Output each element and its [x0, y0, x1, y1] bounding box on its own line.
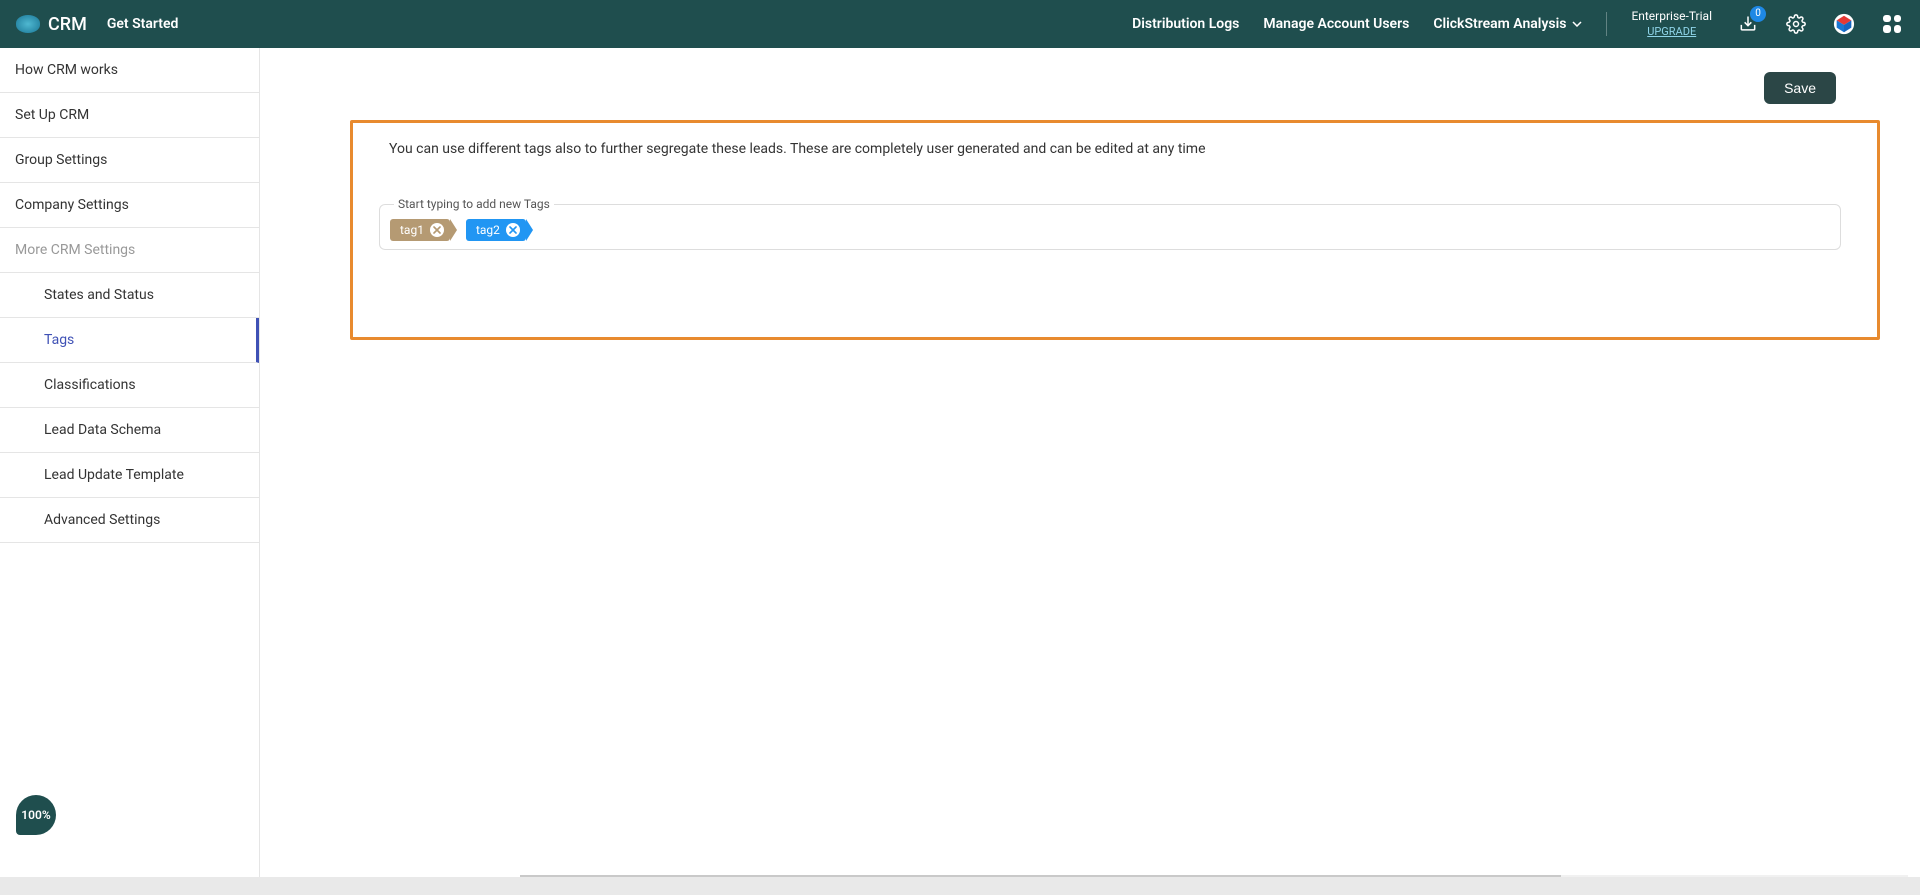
avatar-button[interactable] — [1832, 12, 1856, 36]
sidebar-subitem-states-and-status[interactable]: States and Status — [0, 273, 259, 318]
sidebar-item-how-crm-works[interactable]: How CRM works — [0, 48, 259, 93]
trial-tier: Enterprise-Trial — [1631, 9, 1712, 25]
tag-chip: tag1 — [390, 219, 450, 241]
sidebar-item-company-settings[interactable]: Company Settings — [0, 183, 259, 228]
upgrade-link[interactable]: UPGRADE — [1631, 25, 1712, 39]
settings-button[interactable] — [1784, 12, 1808, 36]
tags-panel: You can use different tags also to furth… — [350, 120, 1880, 340]
apps-button[interactable] — [1880, 12, 1904, 36]
chevron-down-icon — [1572, 21, 1582, 27]
app-name: CRM — [48, 14, 87, 35]
remove-tag-button[interactable] — [506, 223, 520, 237]
divider — [1606, 12, 1607, 36]
sidebar-subitem-advanced-settings[interactable]: Advanced Settings — [0, 498, 259, 543]
sidebar-subitem-lead-data-schema[interactable]: Lead Data Schema — [0, 408, 259, 453]
main-content: Save You can use different tags also to … — [260, 48, 1920, 895]
tag-input-field[interactable]: Start typing to add new Tags tag1 tag2 — [379, 197, 1841, 250]
progress-bubble[interactable]: 100% — [16, 795, 56, 835]
tag-label: tag1 — [400, 223, 424, 237]
nav-get-started[interactable]: Get Started — [107, 16, 179, 32]
tags-description: You can use different tags also to furth… — [389, 141, 1841, 157]
nav-clickstream-analysis[interactable]: ClickStream Analysis — [1433, 16, 1582, 32]
footer-strip — [0, 877, 1920, 895]
apps-grid-icon — [1883, 15, 1901, 33]
app-header: CRM Get Started Distribution Logs Manage… — [0, 0, 1920, 48]
remove-tag-button[interactable] — [430, 223, 444, 237]
nav-clickstream-label: ClickStream Analysis — [1433, 16, 1566, 32]
cube-icon — [1833, 13, 1855, 35]
tag-chip: tag2 — [466, 219, 526, 241]
sidebar-item-set-up-crm[interactable]: Set Up CRM — [0, 93, 259, 138]
notification-badge: 0 — [1750, 6, 1766, 22]
nav-distribution-logs[interactable]: Distribution Logs — [1132, 16, 1239, 32]
trial-info: Enterprise-Trial UPGRADE — [1631, 9, 1712, 39]
sidebar-item-more-crm-settings[interactable]: More CRM Settings — [0, 228, 259, 273]
logo-icon — [16, 15, 40, 33]
sidebar-subitem-lead-update-template[interactable]: Lead Update Template — [0, 453, 259, 498]
gear-icon — [1786, 14, 1806, 34]
close-icon — [433, 226, 441, 234]
nav-manage-account-users[interactable]: Manage Account Users — [1263, 16, 1409, 32]
sidebar: How CRM worksSet Up CRMGroup SettingsCom… — [0, 48, 260, 895]
close-icon — [509, 226, 517, 234]
sidebar-subitem-tags[interactable]: Tags — [0, 318, 259, 363]
app-logo[interactable]: CRM — [16, 14, 87, 35]
tag-label: tag2 — [476, 223, 500, 237]
sidebar-item-group-settings[interactable]: Group Settings — [0, 138, 259, 183]
save-button[interactable]: Save — [1764, 72, 1836, 104]
inbox-button[interactable]: 0 — [1736, 12, 1760, 36]
tag-input-label: Start typing to add new Tags — [394, 197, 554, 211]
sidebar-subitem-classifications[interactable]: Classifications — [0, 363, 259, 408]
